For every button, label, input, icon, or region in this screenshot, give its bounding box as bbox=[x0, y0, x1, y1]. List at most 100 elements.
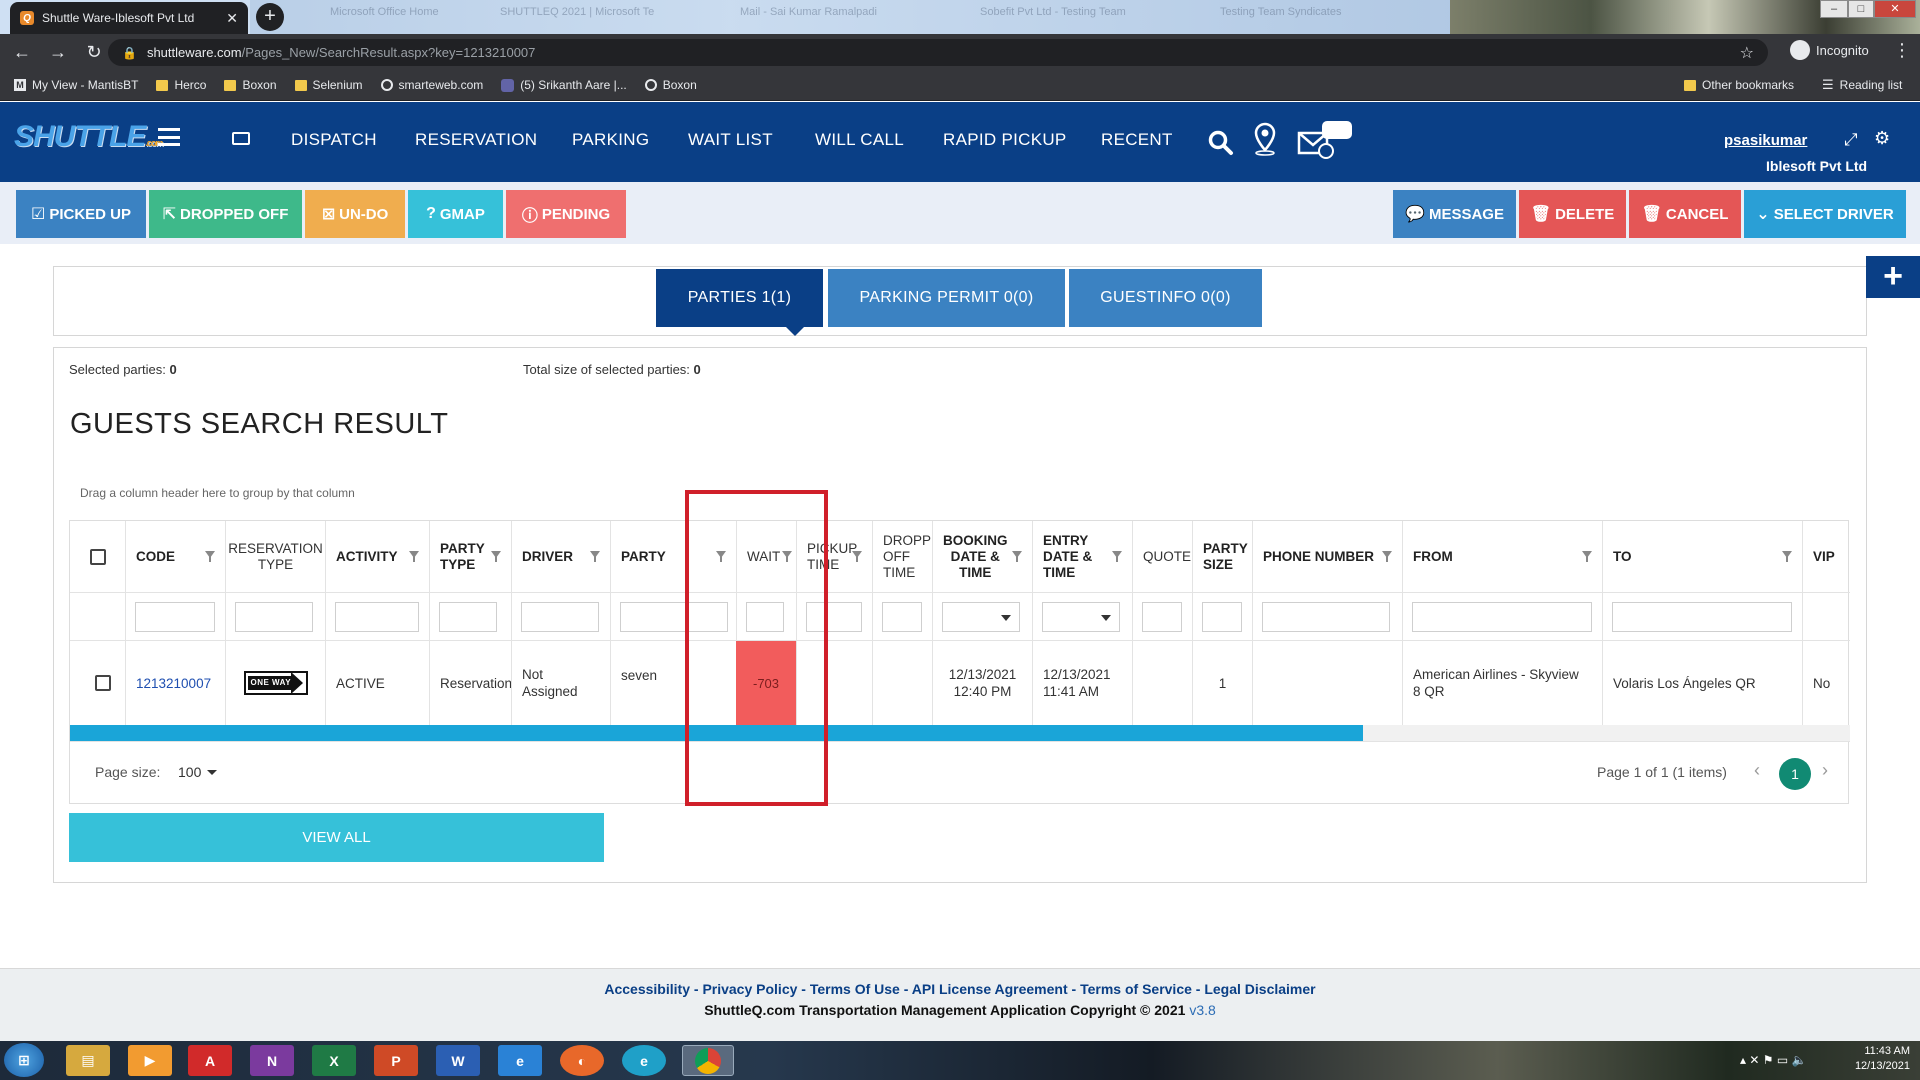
column-header-quote[interactable]: QUOTE bbox=[1132, 521, 1192, 592]
inactive-tab[interactable]: Mail - Sai Kumar Ramalpadi bbox=[740, 6, 877, 28]
inactive-tab[interactable]: Microsoft Office Home bbox=[330, 6, 439, 28]
powerpoint-icon[interactable]: P bbox=[374, 1045, 418, 1076]
column-header-party-size[interactable]: PARTY SIZE bbox=[1192, 521, 1252, 592]
quote-filter-input[interactable] bbox=[1142, 602, 1182, 632]
table-row[interactable]: 1213210007 ONE WAY ACTIVE Reservation No… bbox=[70, 641, 1850, 725]
entry-date-filter-select[interactable] bbox=[1042, 602, 1120, 632]
bookmark-item[interactable]: (5) Srikanth Aare |... bbox=[501, 78, 627, 92]
select-driver-button[interactable]: ⌄ SELECT DRIVER bbox=[1744, 190, 1906, 238]
tab-parties[interactable]: PARTIES 1(1) bbox=[656, 269, 823, 327]
from-filter-input[interactable] bbox=[1412, 602, 1592, 632]
column-header-to[interactable]: TO bbox=[1602, 521, 1802, 592]
column-header-code[interactable]: CODE bbox=[125, 521, 225, 592]
column-header-driver[interactable]: DRIVER bbox=[511, 521, 610, 592]
menu-parking[interactable]: PARKING bbox=[572, 130, 649, 150]
menu-will-call[interactable]: WILL CALL bbox=[815, 130, 904, 150]
filter-icon[interactable] bbox=[1382, 551, 1392, 562]
search-icon[interactable] bbox=[1208, 130, 1234, 156]
active-browser-tab[interactable]: Q Shuttle Ware-Iblesoft Pvt Ltd ✕ bbox=[10, 2, 248, 34]
footer-link-api-license[interactable]: API License Agreement bbox=[912, 981, 1068, 997]
code-filter-input[interactable] bbox=[135, 602, 215, 632]
party-size-filter-input[interactable] bbox=[1202, 602, 1242, 632]
picked-up-button[interactable]: ☑ PICKED UP bbox=[16, 190, 146, 238]
undo-button[interactable]: ⊠ UN-DO bbox=[305, 190, 405, 238]
code-link[interactable]: 1213210007 bbox=[125, 641, 225, 725]
page-size-select[interactable]: 100 bbox=[178, 764, 218, 780]
booking-date-filter-select[interactable] bbox=[942, 602, 1020, 632]
bookmark-item[interactable]: M My View - MantisBT bbox=[14, 78, 138, 92]
incognito-indicator[interactable]: Incognito bbox=[1790, 40, 1869, 60]
phone-number-filter-input[interactable] bbox=[1262, 602, 1390, 632]
start-orb-icon[interactable]: ⊞ bbox=[4, 1043, 44, 1077]
filter-icon[interactable] bbox=[1112, 551, 1122, 562]
to-filter-input[interactable] bbox=[1612, 602, 1792, 632]
gear-icon[interactable]: ⚙ bbox=[1874, 128, 1890, 149]
filter-icon[interactable] bbox=[409, 551, 419, 562]
column-header-reservation-type[interactable]: RESERVATION TYPE bbox=[225, 521, 325, 592]
footer-link-legal-disclaimer[interactable]: Legal Disclaimer bbox=[1204, 981, 1315, 997]
inactive-tab[interactable]: Testing Team Syndicates bbox=[1220, 6, 1341, 28]
footer-link-terms-of-service[interactable]: Terms of Service bbox=[1080, 981, 1192, 997]
dropped-off-button[interactable]: ⇱ DROPPED OFF bbox=[149, 190, 302, 238]
lock-icon[interactable]: 🔒 bbox=[122, 46, 137, 60]
column-header-booking-date-time[interactable]: BOOKING DATE & TIME bbox=[932, 521, 1032, 592]
activity-filter-input[interactable] bbox=[335, 602, 419, 632]
message-button[interactable]: 💬 MESSAGE bbox=[1393, 190, 1516, 238]
location-pin-icon[interactable] bbox=[1252, 122, 1278, 156]
bookmark-item[interactable]: Selenium bbox=[294, 78, 363, 92]
driver-filter-input[interactable] bbox=[521, 602, 599, 632]
edge-icon[interactable]: e bbox=[622, 1045, 666, 1076]
column-header-party-type[interactable]: PARTY TYPE bbox=[429, 521, 511, 592]
filter-icon[interactable] bbox=[491, 551, 501, 562]
filter-icon[interactable] bbox=[1782, 551, 1792, 562]
file-explorer-icon[interactable]: ▤ bbox=[66, 1045, 110, 1076]
footer-link-terms-of-use[interactable]: Terms Of Use bbox=[810, 981, 900, 997]
view-all-button[interactable]: VIEW ALL bbox=[69, 813, 604, 862]
monitor-icon[interactable] bbox=[232, 132, 250, 145]
maximize-window-button[interactable]: □ bbox=[1848, 0, 1874, 18]
delete-button[interactable]: 🗑 DELETE bbox=[1519, 190, 1626, 238]
forward-icon[interactable]: → bbox=[44, 42, 72, 63]
tray-icons[interactable]: ▴ ✕ ⚑ ▭ 🔈 bbox=[1740, 1053, 1806, 1067]
menu-reservation[interactable]: RESERVATION bbox=[415, 130, 537, 150]
firefox-icon[interactable]: ◐ bbox=[560, 1045, 604, 1076]
filter-icon[interactable] bbox=[1582, 551, 1592, 562]
fullscreen-icon[interactable]: ⤢ bbox=[1844, 130, 1858, 150]
minimize-window-button[interactable]: – bbox=[1820, 0, 1848, 18]
footer-link-privacy-policy[interactable]: Privacy Policy bbox=[702, 981, 797, 997]
close-tab-icon[interactable]: ✕ bbox=[226, 10, 238, 27]
menu-rapid-pickup[interactable]: RAPID PICKUP bbox=[943, 130, 1067, 150]
other-bookmarks[interactable]: Other bookmarks bbox=[1684, 78, 1794, 92]
column-header-from[interactable]: FROM bbox=[1402, 521, 1602, 592]
previous-page-icon[interactable]: ‹ bbox=[1754, 760, 1760, 781]
cancel-button[interactable]: 🗑 CANCEL bbox=[1629, 190, 1741, 238]
column-header-vip[interactable]: VIP bbox=[1802, 521, 1850, 592]
new-tab-button[interactable]: + bbox=[256, 3, 284, 31]
shuttleq-logo[interactable]: SHUTTLE.com bbox=[14, 120, 163, 154]
reservation-type-filter-input[interactable] bbox=[235, 602, 313, 632]
menu-dispatch[interactable]: DISPATCH bbox=[291, 130, 377, 150]
back-icon[interactable]: ← bbox=[8, 42, 36, 63]
column-header-drop-off-time[interactable]: DROPP OFF TIME bbox=[872, 521, 932, 592]
party-type-filter-input[interactable] bbox=[439, 602, 497, 632]
select-all-checkbox[interactable] bbox=[89, 548, 106, 565]
bookmark-item[interactable]: Boxon bbox=[644, 78, 697, 92]
bookmark-item[interactable]: Boxon bbox=[224, 78, 277, 92]
word-icon[interactable]: W bbox=[436, 1045, 480, 1076]
inactive-tab[interactable]: Sobefit Pvt Ltd - Testing Team bbox=[980, 6, 1126, 28]
column-header-phone-number[interactable]: PHONE NUMBER bbox=[1252, 521, 1402, 592]
row-checkbox[interactable] bbox=[94, 675, 111, 691]
footer-link-accessibility[interactable]: Accessibility bbox=[604, 981, 690, 997]
onenote-icon[interactable]: N bbox=[250, 1045, 294, 1076]
excel-icon[interactable]: X bbox=[312, 1045, 356, 1076]
hamburger-menu-icon[interactable] bbox=[158, 128, 180, 146]
column-header-entry-date-time[interactable]: ENTRY DATE & TIME bbox=[1032, 521, 1132, 592]
filter-icon[interactable] bbox=[852, 551, 862, 562]
menu-recent[interactable]: RECENT bbox=[1101, 130, 1173, 150]
add-plus-button[interactable]: + bbox=[1866, 256, 1920, 298]
reading-list[interactable]: ☰ Reading list bbox=[1822, 77, 1902, 93]
acrobat-icon[interactable]: A bbox=[188, 1045, 232, 1076]
next-page-icon[interactable]: › bbox=[1822, 760, 1828, 781]
gmap-button[interactable]: ? GMAP bbox=[408, 190, 503, 238]
drop-off-time-filter-input[interactable] bbox=[882, 602, 922, 632]
